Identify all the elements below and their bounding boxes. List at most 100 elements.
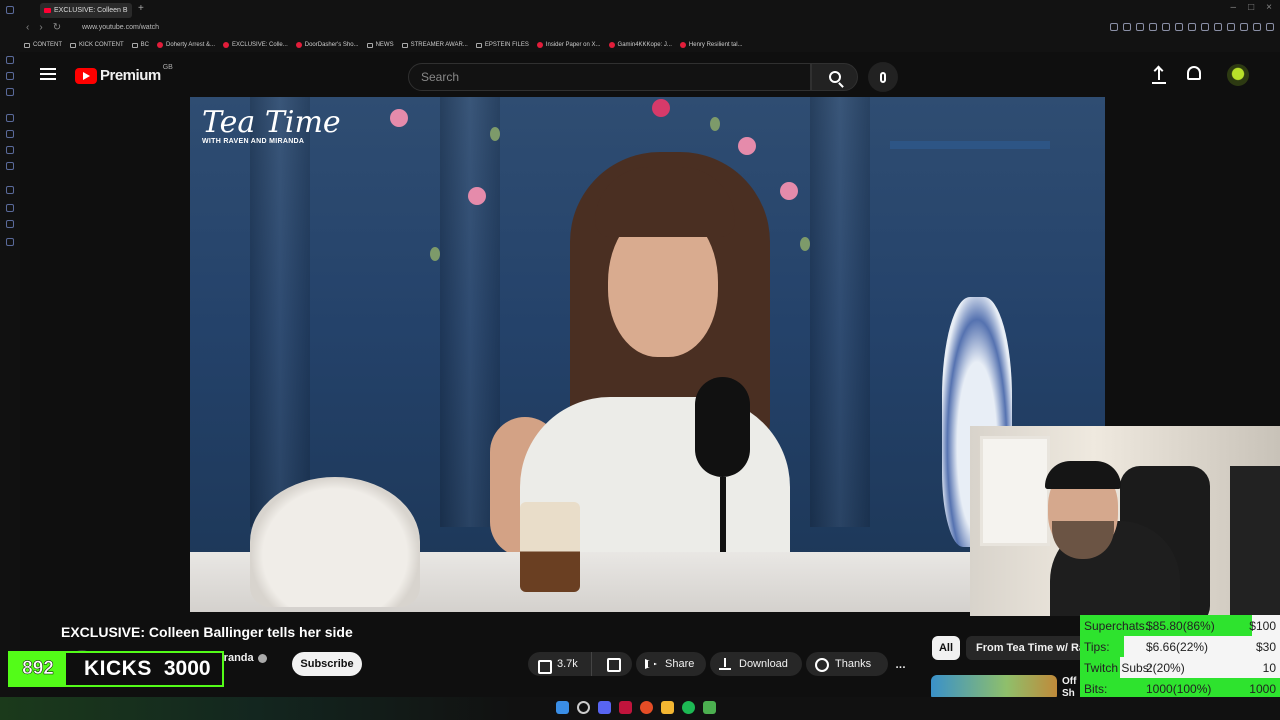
bookmark-item[interactable]: Doherty Arrest &...: [157, 42, 215, 48]
leaf-decoration: [430, 247, 440, 261]
search-button[interactable]: [811, 63, 858, 91]
pin-icon[interactable]: [1123, 23, 1131, 31]
sidebar-app-icon[interactable]: [6, 186, 14, 194]
heart-icon[interactable]: [1188, 23, 1196, 31]
bookmark-item[interactable]: KICK CONTENT: [70, 42, 124, 48]
sidebar-app-icon[interactable]: [6, 56, 14, 64]
bookmark-item[interactable]: EPSTEIN FILES: [475, 42, 529, 48]
microphone-icon: [880, 71, 886, 83]
chip-from-channel[interactable]: From Tea Time w/ Raven: [966, 636, 1086, 660]
chip-all[interactable]: All: [932, 636, 960, 660]
download-button[interactable]: Download: [710, 652, 802, 676]
voice-search-button[interactable]: [868, 62, 898, 92]
bookmark-item[interactable]: NEWS: [366, 42, 394, 48]
sync-icon[interactable]: [1227, 23, 1235, 31]
sidebar-app-icon[interactable]: [6, 130, 14, 138]
video-player[interactable]: Tea Time WITH RAVEN AND MIRANDA: [190, 97, 1105, 612]
coffee-mug: [520, 502, 580, 592]
sidebar-app-icon[interactable]: [6, 72, 14, 80]
hanging-clothes: [1230, 466, 1280, 616]
bookmark-item[interactable]: Henry Resilient tal...: [679, 42, 743, 48]
create-upload-icon[interactable]: [1152, 65, 1166, 84]
download-icon[interactable]: [1240, 23, 1248, 31]
sidebar-app-icon[interactable]: [6, 146, 14, 154]
minimize-icon[interactable]: –: [1231, 2, 1237, 13]
new-tab-button[interactable]: +: [138, 3, 144, 14]
download-icon: [718, 657, 732, 671]
like-button[interactable]: 3.7k: [528, 652, 592, 676]
hamburger-menu-icon[interactable]: [40, 68, 56, 80]
thanks-button[interactable]: Thanks: [806, 652, 888, 676]
search-icon[interactable]: [577, 701, 590, 714]
screenshot-icon[interactable]: [1136, 23, 1144, 31]
folder-icon[interactable]: [661, 701, 674, 714]
app-icon[interactable]: [619, 701, 632, 714]
extension-icon[interactable]: [1175, 23, 1183, 31]
url-field[interactable]: www.youtube.com/watch: [82, 24, 159, 31]
search-input[interactable]: Search: [408, 63, 811, 91]
thumbs-down-icon: [605, 657, 621, 672]
logo-text: Premium: [100, 67, 161, 84]
back-icon[interactable]: ‹: [26, 22, 29, 33]
more-actions-button[interactable]: ...: [887, 652, 913, 676]
leaf-decoration: [710, 117, 720, 131]
show-watermark: Tea Time WITH RAVEN AND MIRANDA: [202, 105, 341, 145]
profile-icon[interactable]: [1253, 23, 1261, 31]
spotify-icon[interactable]: [682, 701, 695, 714]
reader-icon[interactable]: [1201, 23, 1209, 31]
sidebar-app-icon[interactable]: [6, 88, 14, 96]
wall-shelf: [890, 141, 1050, 149]
bookmark-label: BC: [140, 42, 150, 48]
browser-menu-icon[interactable]: [6, 6, 14, 14]
start-icon[interactable]: [556, 701, 569, 714]
youtube-favicon-icon: [44, 8, 51, 13]
windows-taskbar: [0, 697, 1280, 720]
favicon-icon: [536, 42, 543, 48]
bookmark-item[interactable]: CONTENT: [24, 42, 62, 48]
youtube-premium-logo[interactable]: Premium GB: [75, 64, 173, 84]
account-avatar[interactable]: [1227, 64, 1249, 86]
reload-icon[interactable]: ↻: [53, 22, 61, 33]
bookmark-item[interactable]: BC: [131, 42, 150, 48]
settings-icon[interactable]: [1266, 23, 1274, 31]
sidebar-app-icon[interactable]: [6, 204, 14, 212]
app-icon[interactable]: [703, 701, 716, 714]
play-icon[interactable]: [1162, 23, 1170, 31]
goal-value: 2(20%): [1146, 661, 1185, 675]
sidebar-app-icon[interactable]: [6, 238, 14, 246]
room-window: [980, 436, 1050, 546]
notifications-bell-icon[interactable]: [1187, 66, 1201, 80]
kicks-label: KICKS: [84, 657, 152, 680]
bookmark-label: Insider Paper on X...: [545, 42, 601, 48]
favicon-icon: [295, 42, 302, 48]
sidebar-app-icon[interactable]: [6, 162, 14, 170]
sidebar-app-icon[interactable]: [6, 220, 14, 228]
share-label: Share: [665, 658, 695, 670]
dislike-button[interactable]: [592, 652, 632, 676]
bookmark-label: CONTENT: [33, 42, 62, 48]
bookmark-item[interactable]: STREAMER AWAR...: [401, 42, 468, 48]
discord-icon[interactable]: [598, 701, 611, 714]
forward-icon[interactable]: ›: [39, 22, 42, 33]
close-icon[interactable]: ×: [1266, 2, 1272, 13]
zoom-icon[interactable]: [1110, 23, 1118, 31]
goal-value: 1000(100%): [1146, 682, 1212, 696]
download-label: Download: [739, 658, 788, 670]
bookmark-item[interactable]: Insider Paper on X...: [536, 42, 601, 48]
bookmark-item[interactable]: DoorDasher's Sho...: [295, 42, 359, 48]
browser-icon[interactable]: [640, 701, 653, 714]
sidebar-app-icon[interactable]: [6, 114, 14, 122]
share-button[interactable]: Share: [636, 652, 706, 676]
folder-icon: [131, 42, 138, 48]
bookmark-item[interactable]: Gamin4KKKope: J...: [608, 42, 672, 48]
shield-icon[interactable]: [1149, 23, 1157, 31]
goal-value: $6.66(22%): [1146, 640, 1209, 654]
cube-icon[interactable]: [1214, 23, 1222, 31]
goal-row: Twitch Subs: 2(20%) 10: [1080, 657, 1280, 678]
subscribe-button[interactable]: Subscribe: [292, 652, 362, 676]
bookmark-item[interactable]: EXCLUSIVE: Colle...: [223, 42, 288, 48]
kicks-counter-overlay: 892 KICKS 3000: [8, 651, 224, 687]
maximize-icon[interactable]: □: [1248, 2, 1254, 13]
browser-tab[interactable]: EXCLUSIVE: Colleen B: [40, 3, 132, 18]
favicon-icon: [679, 42, 686, 48]
